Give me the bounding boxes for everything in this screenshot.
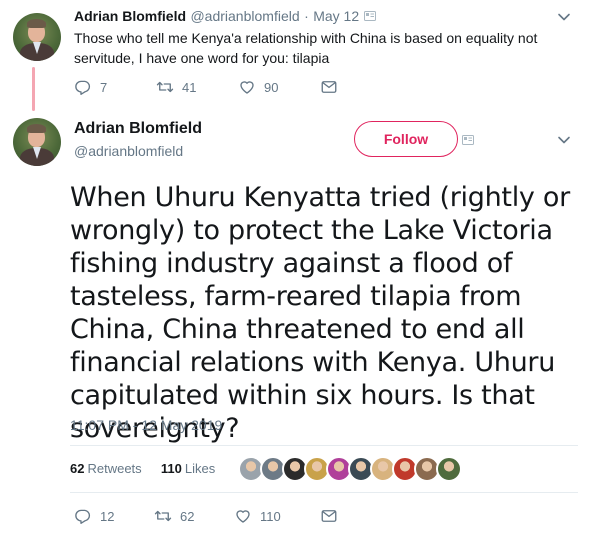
reply-count: 7 <box>100 79 108 95</box>
liker-avatars <box>238 456 462 482</box>
translate-icon <box>462 135 474 145</box>
divider <box>70 492 578 493</box>
direct-message-button[interactable] <box>320 78 338 96</box>
chevron-down-icon[interactable] <box>557 133 571 147</box>
engagement-stats: 62 Retweets 110 Likes <box>70 461 215 476</box>
author-name[interactable]: Adrian Blomfield <box>74 120 202 138</box>
reply-button[interactable]: 12 <box>74 507 154 525</box>
like-count: 90 <box>264 79 279 95</box>
chevron-down-icon[interactable] <box>557 10 571 24</box>
separator-dot: · <box>304 8 309 24</box>
like-count: 110 <box>260 508 281 524</box>
author-handle[interactable]: @adrianblomfield <box>190 8 299 24</box>
envelope-icon <box>321 510 337 522</box>
retweets-label: Retweets <box>87 461 142 476</box>
retweet-button[interactable]: 62 <box>154 507 234 525</box>
likes-label: Likes <box>184 461 216 476</box>
reply-icon <box>75 80 91 95</box>
reply-button[interactable]: 7 <box>74 78 156 96</box>
reply-count: 12 <box>100 508 115 524</box>
author-name[interactable]: Adrian Blomfield <box>74 8 186 24</box>
tweet-actions: 12 62 110 <box>74 507 338 525</box>
retweet-icon <box>156 81 174 93</box>
translate-icon <box>363 11 376 21</box>
like-button[interactable]: 110 <box>234 507 320 525</box>
follow-button[interactable]: Follow <box>354 121 458 157</box>
tweet-actions: 7 41 90 <box>74 78 338 96</box>
tweet-timestamp[interactable]: 11:07 PM - 12 May 2019 <box>70 417 222 433</box>
avatar[interactable] <box>13 118 61 166</box>
tweet-text: When Uhuru Kenyatta tried (rightly or wr… <box>70 182 570 444</box>
liker-avatar[interactable] <box>436 456 462 482</box>
avatar[interactable] <box>13 13 61 61</box>
retweet-count: 41 <box>182 79 197 95</box>
heart-icon <box>236 510 250 523</box>
tweet-text: Those who tell me Kenya'a relationship w… <box>74 30 538 66</box>
thread-connector-line <box>32 67 35 111</box>
direct-message-button[interactable] <box>320 507 338 525</box>
reply-icon <box>75 509 91 524</box>
likes-count: 110 <box>160 461 182 476</box>
heart-icon <box>240 81 254 94</box>
divider <box>70 445 578 446</box>
retweets-count: 62 <box>70 461 85 476</box>
retweets-stat[interactable]: 62 Retweets <box>70 461 142 476</box>
envelope-icon <box>321 81 337 93</box>
retweet-button[interactable]: 41 <box>156 78 238 96</box>
likes-stat[interactable]: 110 Likes <box>161 461 215 476</box>
tweet-date[interactable]: May 12 <box>313 8 359 24</box>
like-button[interactable]: 90 <box>238 78 320 96</box>
author-handle[interactable]: @adrianblomfield <box>74 143 183 159</box>
retweet-count: 62 <box>180 508 195 524</box>
retweet-icon <box>154 510 172 522</box>
tweet-header: Adrian Blomfield @adrianblomfield · May … <box>74 8 376 26</box>
